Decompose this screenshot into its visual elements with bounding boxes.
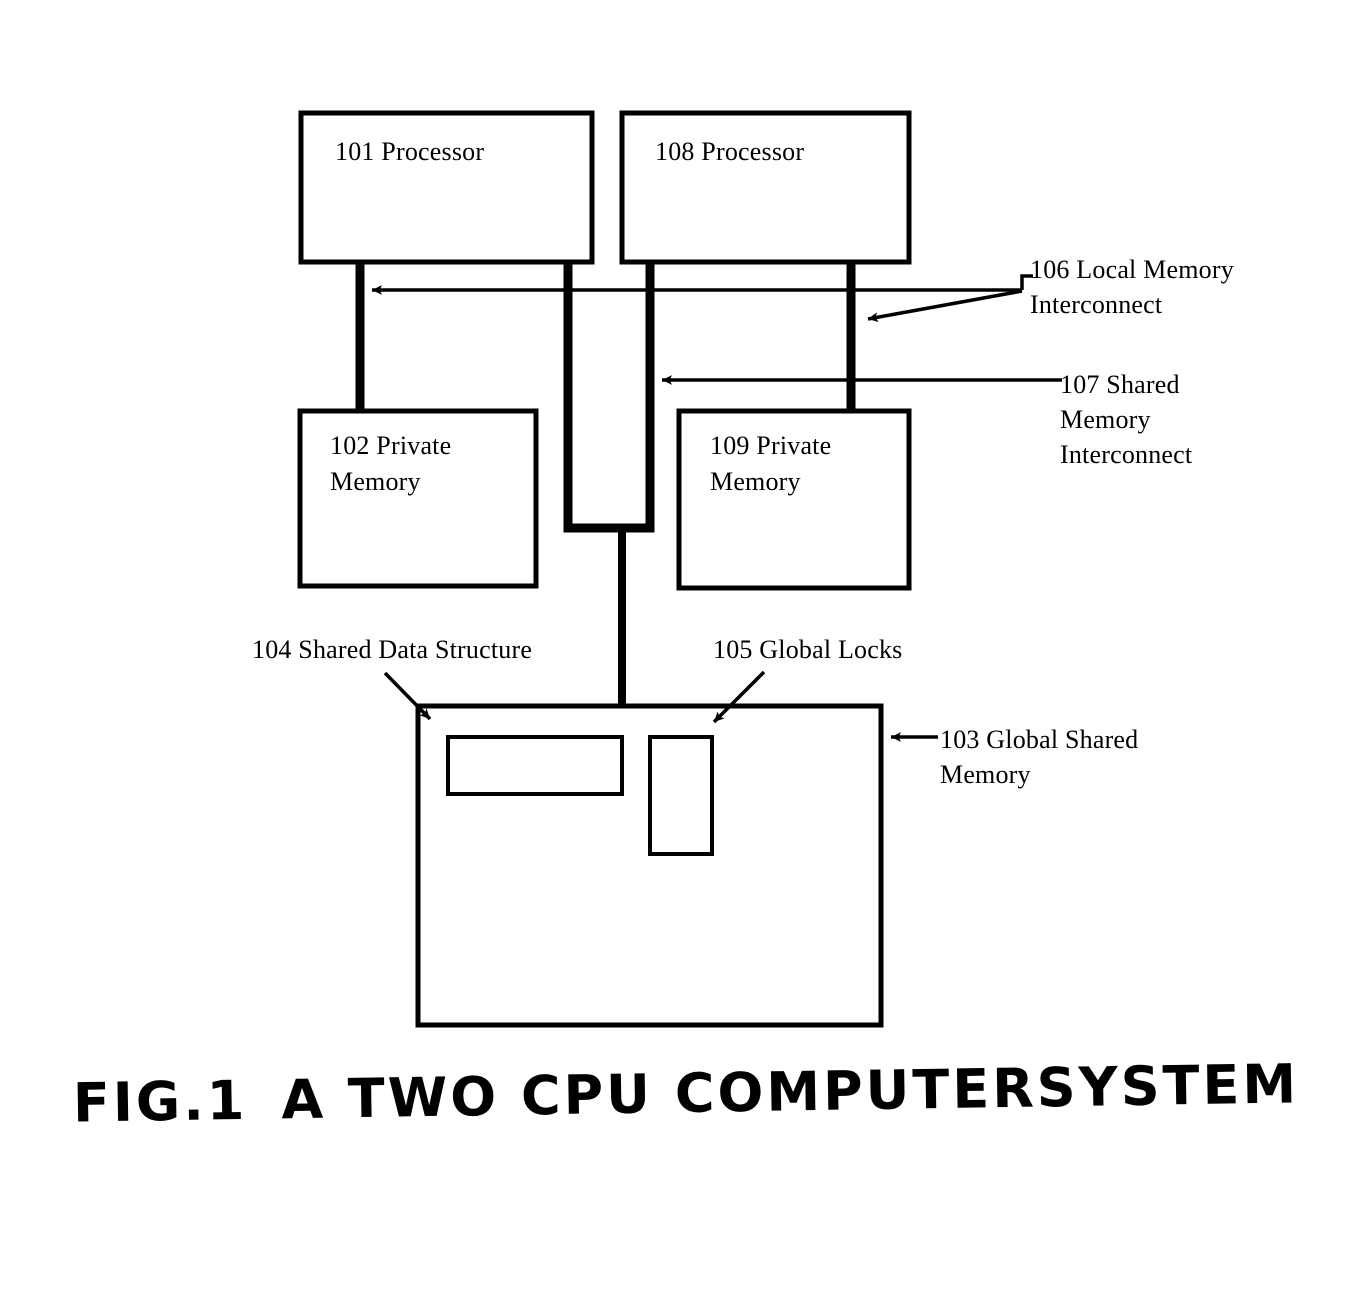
callout-106-leader-lower <box>867 289 1023 323</box>
block-109-private-memory-label: 109 Private Memory <box>710 431 832 496</box>
callout-106-local-memory-interconnect-label: 106 Local Memory Interconnect <box>1030 255 1234 319</box>
callout-107-shared-memory-interconnect-label: 107 Shared Memory Interconnect <box>1060 370 1193 469</box>
shared-memory-bus <box>563 255 655 533</box>
block-104-shared-data-structure <box>446 735 624 796</box>
block-101-processor-label: 101 Processor <box>335 137 485 166</box>
callout-104-leader <box>383 671 432 721</box>
figure-number: FIG.1 <box>72 1068 248 1135</box>
callout-103-global-shared-memory-label: 103 Global Shared Memory <box>940 725 1139 789</box>
patent-figure: 101 Processor 108 Processor 102 Private … <box>0 0 1372 1289</box>
callout-104-shared-data-structure-label: 104 Shared Data Structure <box>252 635 533 664</box>
block-105-global-locks <box>648 735 714 856</box>
callout-105-global-locks-label: 105 Global Locks <box>713 635 903 664</box>
block-102-private-memory-label: 102 Private Memory <box>330 431 452 496</box>
block-108-processor-label: 108 Processor <box>655 137 805 166</box>
